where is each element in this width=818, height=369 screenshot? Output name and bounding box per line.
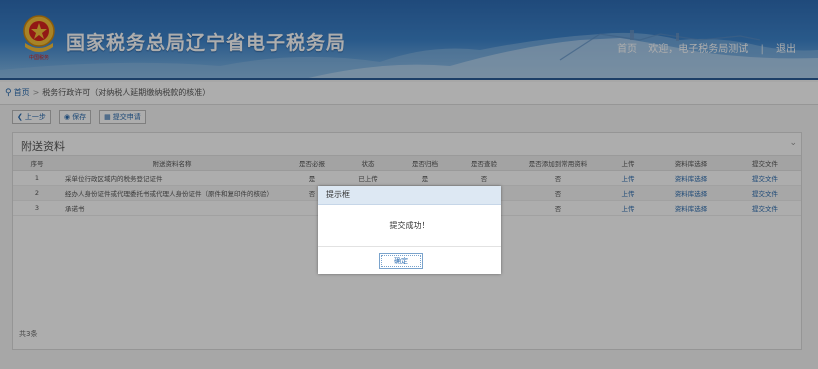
confirm-button[interactable]: 确定: [379, 253, 423, 269]
dialog-divider: [318, 246, 501, 247]
dialog-title: 提示框: [318, 186, 501, 205]
dialog-message: 提交成功！: [389, 221, 430, 230]
modal-overlay: [0, 0, 818, 369]
alert-dialog: 提示框 提交成功！ 确定: [318, 186, 501, 274]
